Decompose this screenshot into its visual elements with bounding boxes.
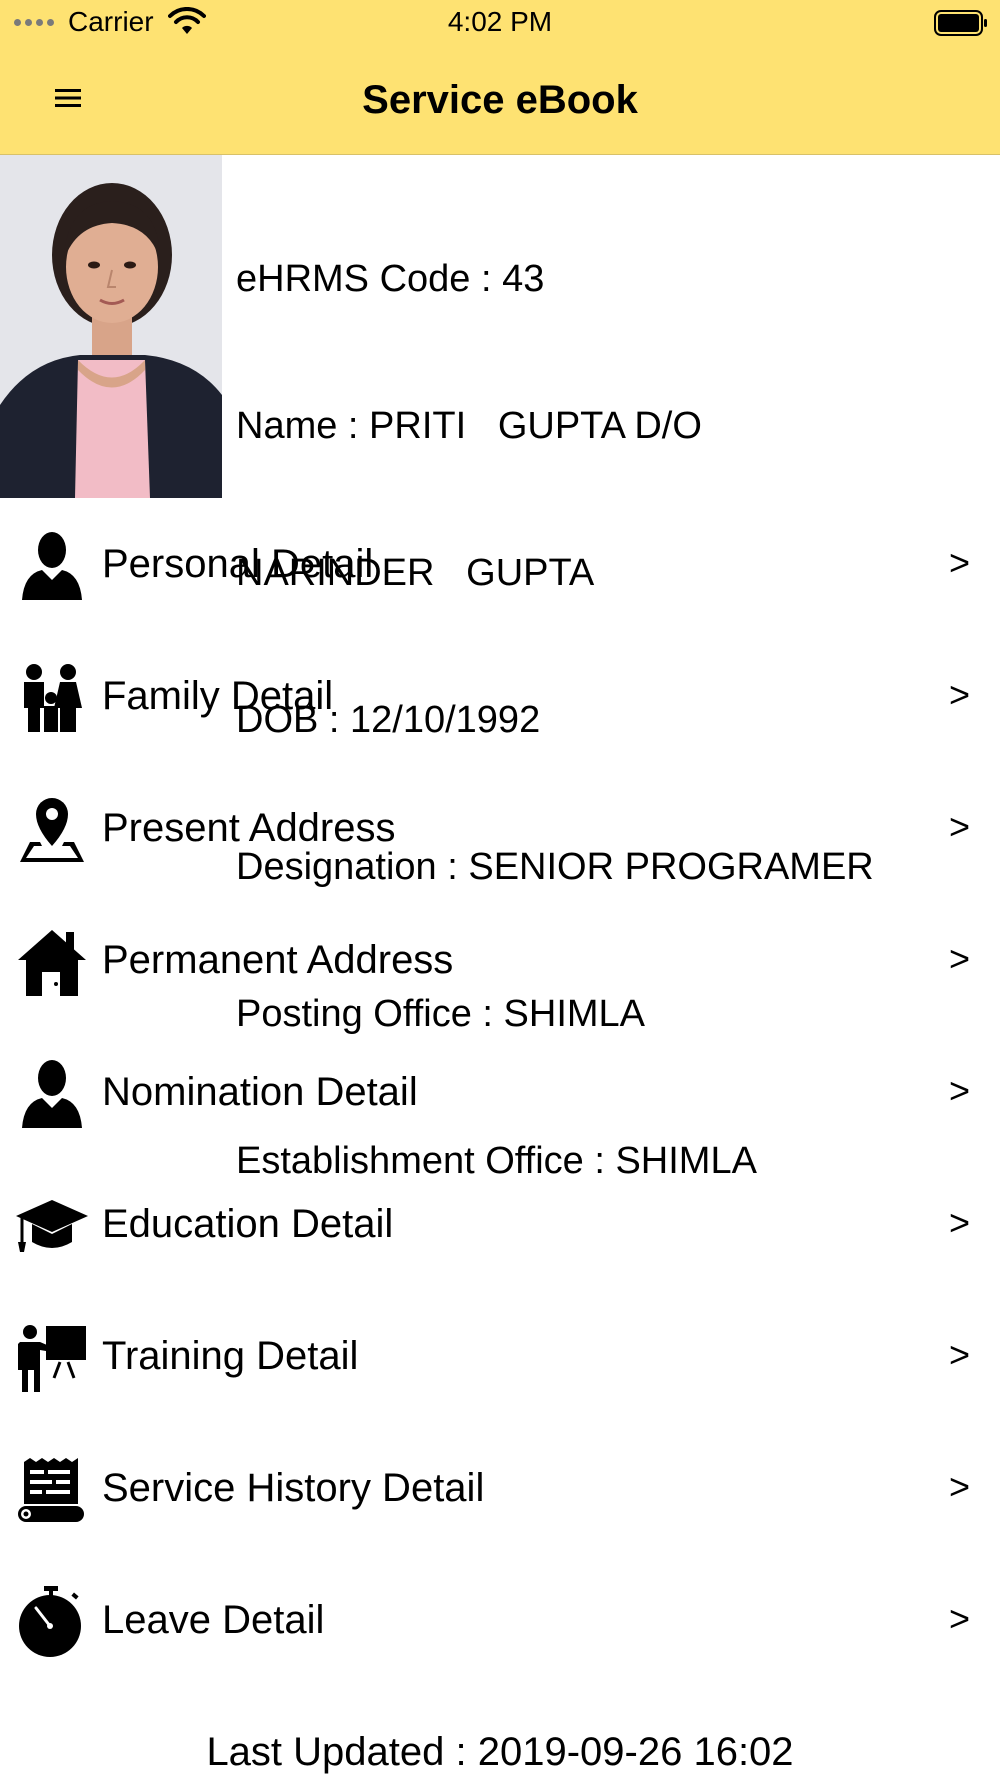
menu-item-label: Permanent Address [102, 938, 454, 982]
menu-item-label: Service History Detail [102, 1466, 485, 1510]
last-updated-text: Last Updated : 2019-09-26 16:02 [206, 1730, 794, 1774]
status-bar: Carrier 4:02 PM [0, 0, 1000, 48]
person-icon [16, 530, 88, 602]
profile-card: eHRMS Code : 43 Name : PRITI GUPTA D/O N… [0, 155, 1000, 1182]
chevron-right-icon: > [948, 674, 970, 715]
menu-item-personal-detail[interactable]: Personal Detail > [0, 500, 1000, 632]
chevron-right-icon: > [948, 806, 970, 847]
scroll-document-icon [16, 1454, 88, 1526]
chevron-right-icon: > [948, 1202, 970, 1243]
status-time: 4:02 PM [447, 6, 553, 37]
menu-item-service-history-detail[interactable]: Service History Detail > [0, 1424, 1000, 1556]
menu-item-label: Nomination Detail [102, 1070, 418, 1114]
chevron-right-icon: > [948, 938, 970, 979]
page-title: Service eBook [362, 78, 638, 122]
house-icon [16, 926, 88, 998]
menu-item-label: Training Detail [102, 1334, 359, 1378]
menu-item-present-address[interactable]: Present Address > [0, 764, 1000, 896]
map-pin-icon [16, 794, 88, 866]
trainer-board-icon [16, 1322, 88, 1394]
profile-photo [0, 155, 222, 498]
chevron-right-icon: > [948, 1598, 970, 1639]
top-bar: Carrier 4:02 PM Service eBook [0, 0, 1000, 155]
chevron-right-icon: > [948, 1070, 970, 1111]
menu-item-label: Leave Detail [102, 1598, 325, 1642]
battery-icon [934, 10, 987, 36]
chevron-right-icon: > [948, 542, 970, 583]
graduation-cap-icon [16, 1190, 88, 1262]
menu-list: Personal Detail > Family Detail > Presen… [0, 500, 1000, 1688]
avatar-image [0, 155, 222, 498]
menu-item-permanent-address[interactable]: Permanent Address > [0, 896, 1000, 1028]
nav-bar: Service eBook [0, 48, 1000, 154]
menu-item-label: Family Detail [102, 674, 334, 718]
chevron-right-icon: > [948, 1334, 970, 1375]
stopwatch-icon [16, 1586, 88, 1658]
menu-item-label: Education Detail [102, 1202, 394, 1246]
person-icon [16, 1058, 88, 1130]
family-icon [16, 662, 88, 734]
employee-name: Name : PRITI GUPTA D/O [236, 405, 702, 447]
ehrms-code: eHRMS Code : 43 [236, 258, 545, 300]
menu-item-label: Personal Detail [102, 542, 374, 586]
chevron-right-icon: > [948, 1466, 970, 1507]
menu-item-leave-detail[interactable]: Leave Detail > [0, 1556, 1000, 1688]
menu-item-training-detail[interactable]: Training Detail > [0, 1292, 1000, 1424]
menu-item-nomination-detail[interactable]: Nomination Detail > [0, 1028, 1000, 1160]
menu-item-label: Present Address [102, 806, 396, 850]
menu-item-family-detail[interactable]: Family Detail > [0, 632, 1000, 764]
menu-item-education-detail[interactable]: Education Detail > [0, 1160, 1000, 1292]
